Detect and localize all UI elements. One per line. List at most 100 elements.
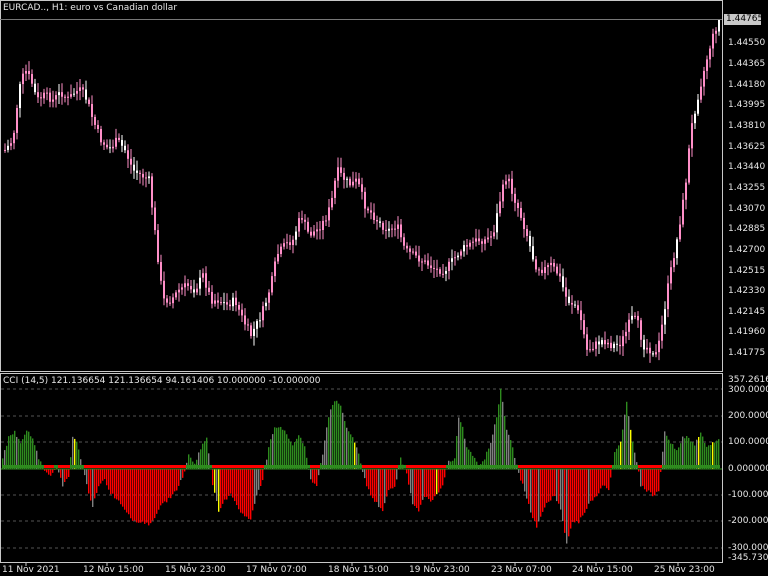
cci-bar — [444, 469, 446, 478]
candle-body — [448, 261, 450, 272]
cci-signal-strip — [298, 465, 300, 468]
cci-bar — [606, 469, 608, 489]
cci-bar — [620, 441, 622, 469]
candle-body — [358, 178, 360, 185]
cci-signal-strip — [82, 465, 84, 468]
cci-bar — [248, 469, 250, 519]
cci-signal-strip — [510, 465, 512, 468]
cci-signal-strip — [330, 465, 332, 468]
cci-signal-strip — [66, 465, 68, 468]
cci-signal-strip — [46, 465, 48, 468]
candle-body — [451, 258, 453, 262]
cci-bar — [90, 469, 92, 501]
cci-signal-strip — [214, 465, 216, 468]
cci-signal-strip — [670, 465, 672, 468]
cci-bar — [92, 469, 94, 507]
candle-body — [235, 297, 237, 306]
price-tick: 1.41775 — [728, 348, 766, 358]
cci-signal-strip — [236, 465, 238, 468]
candle-body — [61, 92, 63, 97]
cci-signal-strip — [588, 465, 590, 468]
candle-body — [343, 172, 345, 180]
candle-body — [577, 305, 579, 311]
cci-bar — [542, 469, 544, 512]
cci-signal-strip — [596, 465, 598, 468]
cci-signal-strip — [626, 465, 628, 468]
cci-tick: -300.000000 — [728, 543, 768, 553]
candle-body — [445, 271, 447, 274]
cci-signal-strip — [352, 465, 354, 468]
candle-body — [619, 344, 621, 347]
cci-signal-strip — [226, 465, 228, 468]
candle-body — [190, 285, 192, 290]
cci-bar — [26, 430, 28, 469]
candle-body — [607, 342, 609, 345]
cci-bar — [68, 469, 70, 477]
cci-bar — [244, 469, 246, 517]
candle-body — [481, 241, 483, 244]
cci-signal-strip — [470, 465, 472, 468]
cci-bar — [146, 469, 148, 523]
cci-bar — [604, 469, 606, 486]
cci-bar — [576, 469, 578, 521]
time-label: 23 Nov 07:00 — [491, 565, 552, 575]
candle-body — [193, 289, 195, 293]
cci-signal-strip — [44, 465, 46, 468]
cci-bar — [282, 429, 284, 469]
candle-body — [652, 353, 654, 355]
cci-signal-strip — [78, 465, 80, 468]
cci-signal-strip — [382, 465, 384, 468]
candle-body — [214, 300, 216, 304]
cci-signal-strip — [130, 465, 132, 468]
candle-body — [166, 298, 168, 303]
cci-bar — [688, 437, 690, 469]
cci-bar — [396, 469, 398, 480]
cci-signal-strip — [526, 465, 528, 468]
cci-bar — [588, 469, 590, 504]
cci-bar — [374, 469, 376, 502]
cci-signal-strip — [180, 465, 182, 468]
cci-signal-strip — [86, 465, 88, 468]
cci-bar — [132, 469, 134, 521]
candle-body — [391, 228, 393, 230]
cci-bar — [222, 469, 224, 504]
cci-signal-strip — [8, 465, 10, 468]
cci-bar — [242, 469, 244, 514]
cci-signal-strip — [454, 465, 456, 468]
candle-body — [142, 173, 144, 178]
candle-body — [424, 260, 426, 262]
cci-bar — [464, 438, 466, 469]
price-tick: 1.43070 — [728, 204, 766, 214]
cci-signal-strip — [560, 465, 562, 468]
cci-signal-strip — [450, 465, 452, 468]
cci-signal-strip — [370, 465, 372, 468]
cci-signal-strip — [132, 465, 134, 468]
cci-signal-strip — [392, 465, 394, 468]
cci-signal-strip — [488, 465, 490, 468]
price-tick: 1.42515 — [728, 266, 766, 276]
candle-body — [493, 232, 495, 237]
candle-body — [157, 230, 159, 263]
candle-body — [310, 231, 312, 236]
candle-body — [505, 181, 507, 185]
cci-bar — [548, 469, 550, 502]
cci-signal-strip — [714, 465, 716, 468]
cci-bar — [438, 469, 440, 493]
cci-bar — [652, 469, 654, 497]
cci-signal-strip — [624, 465, 626, 468]
cci-signal-strip — [426, 465, 428, 468]
cci-signal-strip — [306, 465, 308, 468]
candle-body — [253, 328, 255, 336]
candle-body — [373, 212, 375, 220]
chart-canvas[interactable] — [0, 0, 768, 576]
cci-bar — [572, 469, 574, 522]
candle-body — [532, 246, 534, 260]
cci-signal-strip — [304, 465, 306, 468]
cci-bar — [552, 469, 554, 497]
cci-signal-strip — [548, 465, 550, 468]
candle-body — [370, 210, 372, 213]
candle-body — [40, 97, 42, 99]
cci-bar — [118, 469, 120, 501]
candle-body — [664, 309, 666, 325]
cci-bar — [148, 469, 150, 526]
